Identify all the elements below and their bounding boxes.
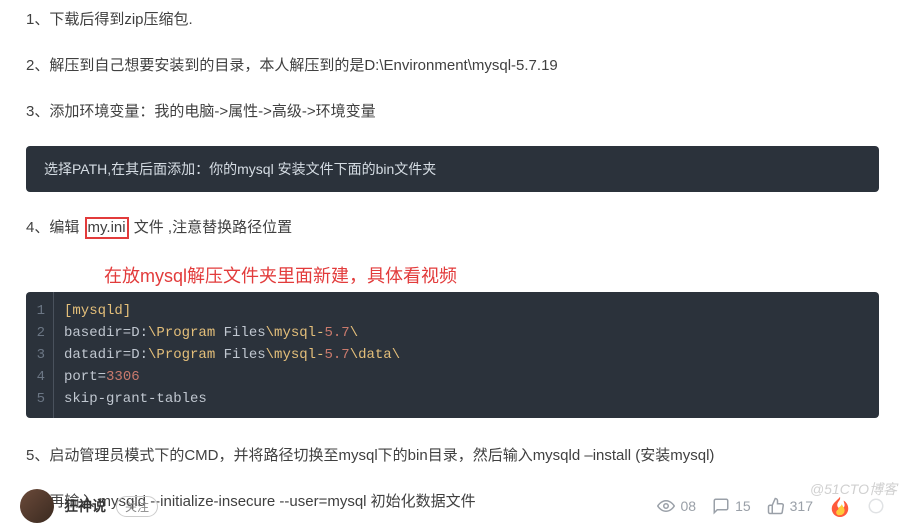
step-4: 4、编辑 my.ini 文件 ,注意替换路径位置 <box>26 216 879 240</box>
line-number: 3 <box>26 344 54 366</box>
thumbs-up-icon <box>767 497 785 515</box>
code-token: \Program <box>148 347 215 363</box>
views-stat[interactable]: 08 <box>657 497 696 515</box>
comments-stat[interactable]: 15 <box>712 497 751 515</box>
avatar[interactable] <box>20 489 54 523</box>
code-row: 4 port=3306 <box>26 366 879 388</box>
code-token: Files <box>215 347 265 363</box>
stats-bar: 08 15 317 <box>657 495 885 517</box>
more-icon[interactable] <box>867 497 885 515</box>
eye-icon <box>657 497 675 515</box>
code-token: \Program <box>148 325 215 341</box>
code-block: 1 [mysqld] 2 basedir=D:\Program Files\my… <box>26 292 879 418</box>
comment-icon <box>712 497 730 515</box>
code-token: [mysqld] <box>64 303 131 319</box>
code-row: 5 skip-grant-tables <box>26 388 879 418</box>
line-number: 5 <box>26 388 54 418</box>
path-note-block: 选择PATH,在其后面添加：你的mysql 安装文件下面的bin文件夹 <box>26 146 879 192</box>
line-number: 1 <box>26 292 54 322</box>
fire-icon[interactable] <box>829 495 851 517</box>
code-row: 1 [mysqld] <box>26 292 879 322</box>
follow-button[interactable]: 关注 <box>116 496 158 517</box>
code-token: basedir=D: <box>64 325 148 341</box>
likes-count: 317 <box>790 498 813 514</box>
code-token: 5.7 <box>324 325 349 341</box>
myini-highlight: my.ini <box>85 217 129 239</box>
code-row: 2 basedir=D:\Program Files\mysql-5.7\ <box>26 322 879 344</box>
line-number: 2 <box>26 322 54 344</box>
code-token: Files <box>215 325 265 341</box>
step-5: 5、启动管理员模式下的CMD，并将路径切换至mysql下的bin目录，然后输入m… <box>26 444 879 468</box>
code-token: skip-grant-tables <box>64 391 207 407</box>
code-token: \ <box>350 325 358 341</box>
likes-stat[interactable]: 317 <box>767 497 813 515</box>
step-1: 1、下载后得到zip压缩包. <box>26 8 879 32</box>
code-token: \mysql- <box>266 347 325 363</box>
step-4-prefix: 4、编辑 <box>26 219 84 236</box>
code-row: 3 datadir=D:\Program Files\mysql-5.7\dat… <box>26 344 879 366</box>
step-2: 2、解压到自己想要安装到的目录，本人解压到的是D:\Environment\my… <box>26 54 879 78</box>
author-name[interactable]: 狂神说 <box>64 496 106 516</box>
code-token: port= <box>64 369 106 385</box>
code-token: datadir=D: <box>64 347 148 363</box>
code-token: \mysql- <box>266 325 325 341</box>
views-count: 08 <box>680 498 696 514</box>
step-3: 3、添加环境变量：我的电脑->属性->高级->环境变量 <box>26 100 879 124</box>
red-annotation: 在放mysql解压文件夹里面新建，具体看视频 <box>104 262 879 288</box>
code-token: 3306 <box>106 369 140 385</box>
code-token: 5.7 <box>324 347 349 363</box>
code-token: \data\ <box>350 347 400 363</box>
step-4-suffix: 文件 ,注意替换路径位置 <box>130 219 293 236</box>
comments-count: 15 <box>735 498 751 514</box>
line-number: 4 <box>26 366 54 388</box>
article-footer: 狂神说 关注 08 15 317 <box>0 483 905 523</box>
